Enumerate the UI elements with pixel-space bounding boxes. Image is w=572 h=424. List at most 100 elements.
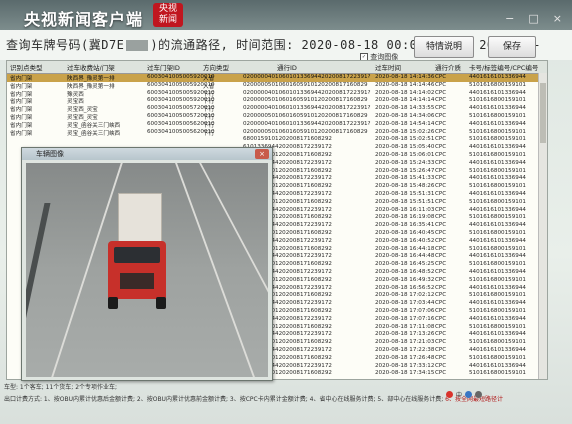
table-cell: 省内门架 [10,130,33,137]
table-cell: CPC [435,284,447,291]
screen: 央视新闻客户端 央视 新闻 − □ × 查询车牌号码(冀D7E )的流通路径, 时… [0,0,572,424]
cctv-logo-text: 央视 新闻 [158,4,177,25]
redacted-plate [126,40,149,51]
table-cell: 2020-08-18 16:44:18 [375,245,435,252]
table-cell: 2020-08-18 17:02:12 [375,292,435,299]
scrollbar[interactable] [538,73,547,379]
truck-windshield [114,247,160,263]
table-cell: 4401616101336944 [469,120,526,127]
table-cell: 02000004010601013369442020081722391? [243,105,371,112]
table-row[interactable]: 6800159101202008171608292 2020-08-18 15:0… [7,136,547,144]
table-cell: CPC [435,276,447,283]
table-cell: 5101616800159101 [469,245,526,252]
table-cell: CPC [435,300,447,307]
table-cell: 省内门架 [10,115,33,121]
table-cell: 2020-08-18 14:34:06 [375,113,435,119]
table-cell: 02000005010601605910120200817160829 [243,81,368,88]
tray-icon[interactable] [475,391,483,398]
col-header[interactable]: 识别点类型 [10,62,43,72]
table-cell: CPC [435,245,447,252]
scroll-thumb[interactable] [540,83,546,143]
table-cell: CPC [435,237,447,244]
tray-icon[interactable] [465,391,473,398]
col-header[interactable]: 过车门架ID [147,62,180,72]
table-cell: 4401616101336944 [469,315,526,322]
table-cell: 2020-08-18 15:24:33 [375,159,435,166]
table-cell: 2020-08-18 15:06:01 [375,152,435,158]
table-cell: 2020-08-18 15:48:26 [375,183,435,190]
table-row[interactable]: 省内门架 陕西界_豫灵第一排 6003041005005920010 入省 020000… [7,74,547,82]
table-cell: 02000005010601605910120200817160829 [243,97,368,104]
table-cell: 2020-08-18 14:14:46 [375,81,435,88]
table-header: 识别点类型 过车收费站/门架 过车门架ID 方向类型 通行ID 过车时间 通行介… [7,61,547,74]
dialog-title: 车辆图像 [36,150,64,158]
truck-trailer [118,193,162,247]
table-cell: 灵宝西_灵宝 [67,107,98,114]
close-icon[interactable]: × [553,12,562,25]
col-header[interactable]: 通行介质 [435,62,461,72]
table-cell: CPC [435,331,447,338]
table-cell: 省内门架 [10,83,33,90]
table-cell: 5101616800159101 [469,97,526,104]
table-cell: CPC [435,253,447,260]
table-cell: 2020-08-18 17:34:15 [375,370,435,377]
table-cell: 省内门架 [10,76,33,82]
table-cell: 2020-08-18 16:35:41 [375,222,435,229]
table-cell: CPC [435,113,447,119]
table-cell: 2020-08-18 17:07:06 [375,308,435,314]
col-header[interactable]: 通行ID [277,62,297,72]
table-cell: 2020-08-18 16:40:45 [375,230,435,236]
table-cell: 2020-08-18 15:05:40 [375,144,435,151]
table-cell: CPC [435,323,447,330]
table-row[interactable]: 省内门架 灵宝西_灵宝 6003041005005720010 下行 020000040… [7,105,547,113]
table-cell: 2020-08-18 14:14:36 [375,74,435,80]
table-cell: 灵宝西_灵宝 [67,115,98,121]
dialog-title-bar[interactable]: 车辆图像 × [22,148,272,160]
save-button[interactable]: 保存 [488,36,536,58]
table-row[interactable]: 省内门架 豫灵西 6003041005005920010 下行 020000040106… [7,90,547,98]
table-cell: 2020-08-18 17:33:12 [375,362,435,369]
table-cell: 陕西界_豫灵第一排 [67,83,115,90]
col-header[interactable]: 方向类型 [203,62,229,72]
table-cell: 5101616800159101 [469,308,526,314]
detail-button[interactable]: 特情说明 [414,36,474,58]
table-cell: CPC [435,120,447,127]
table-cell: 5101616800159101 [469,261,526,268]
col-header[interactable]: 卡号/标签编号/CPC编号 [469,62,538,72]
ime-icon[interactable] [446,391,453,398]
table-cell: 2020-08-18 15:02:26 [375,128,435,135]
table-cell: CPC [435,159,447,166]
table-cell: 6800159101202008171608292 [243,136,332,143]
table-row[interactable]: 省内门架 灵宝西_灵宝 6003041005005720010 下行 020000050… [7,113,547,121]
table-cell: 豫灵西 [67,91,84,98]
table-cell: CPC [435,74,447,80]
table-row[interactable]: 省内门架 灵宝_函谷关三门峡西 6003041005005620010 下行 02000… [7,121,547,129]
query-prefix: 查询车牌号码(冀D7E [6,38,125,52]
table-cell: 省内门架 [10,99,33,106]
vehicle-type-summary: 车型: 1个客车; 11个货车; 2个专项作业车; [4,384,118,391]
table-cell: 灵宝_函谷关三门峡西 [67,130,121,137]
table-cell: 5101616800159101 [469,113,526,119]
table-cell: 下行 [203,115,215,121]
query-suffix: )的流通路径, 时间范围: 2020-08-18 00:00:00 -- 202… [150,38,541,52]
table-row[interactable]: 省内门架 灵宝西 6003041005005920010 下行 020000050106… [7,97,547,105]
col-header[interactable]: 过车收费站/门架 [67,62,115,72]
table-cell: CPC [435,191,447,197]
close-icon[interactable]: × [255,149,269,159]
table-cell: 4401616101336944 [469,269,526,275]
table-cell: 下行 [203,122,215,129]
table-cell: 4401616101336944 [469,284,526,291]
col-header[interactable]: 过车时间 [375,62,401,72]
table-cell: 下行 [203,130,215,137]
table-cell: 下行 [203,99,215,106]
table-cell: 2020-08-18 14:33:55 [375,105,435,112]
table-cell: 5101616800159101 [469,136,526,143]
minimize-icon[interactable]: − [505,12,514,25]
table-row[interactable]: 省内门架 陕西界_豫灵第一排 6003041005005920010 入省 020000… [7,82,547,90]
maximize-icon[interactable]: □ [528,12,538,25]
watermark-text: 央视新闻客户端 [24,10,144,29]
table-cell: CPC [435,175,447,182]
table-row[interactable]: 省内门架 灵宝_函谷关三门峡西 6003041005005620010 下行 02000… [7,129,547,137]
vehicle-image-dialog: 车辆图像 × [21,147,273,381]
table-cell: CPC [435,136,447,143]
